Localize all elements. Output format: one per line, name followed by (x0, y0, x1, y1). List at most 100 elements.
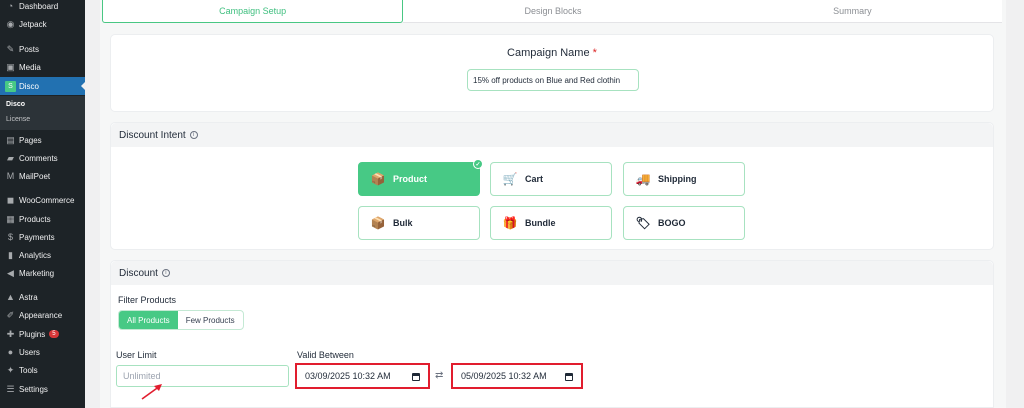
payments-icon: $ (7, 232, 13, 242)
campaign-name-input[interactable] (467, 69, 639, 91)
bogo-icon: 🏷 (635, 216, 651, 230)
intent-option-label: Product (393, 174, 428, 184)
marketing-icon: ◀ (7, 267, 14, 278)
discount-intent-panel: Discount Intent i 📦 Product ✓ 🛒 Cart 🚚 S… (110, 122, 994, 250)
dashboard-icon: ◔ (7, 1, 14, 11)
few-products-button[interactable]: Few Products (178, 311, 243, 329)
sidebar-item-label: Jetpack (19, 19, 47, 29)
update-count-badge: 5 (49, 330, 59, 338)
intent-option-label: Shipping (658, 174, 697, 184)
filter-products-toggle: All Products Few Products (118, 310, 244, 330)
tools-icon: ✦ (6, 364, 15, 375)
sidebar-item-dashboard[interactable]: ◔ Dashboard (0, 0, 85, 15)
sidebar-item-tools[interactable]: ✦ Tools (0, 361, 85, 379)
users-icon: ● (7, 347, 14, 357)
admin-sidebar: ◔ Dashboard ◉ Jetpack ✎ Posts ▣ Media S Disco… (0, 0, 86, 408)
sidebar-item-astra[interactable]: ▲ Astra (0, 288, 85, 306)
start-date-value: 03/09/2025 10:32 AM (305, 371, 391, 381)
required-mark: * (592, 47, 597, 59)
sidebar-item-disco[interactable]: S Disco (0, 77, 86, 95)
disco-icon: S (5, 80, 16, 92)
sidebar-item-pages[interactable]: ▤ Pages (0, 131, 85, 149)
submenu-item-license[interactable]: License (6, 116, 30, 123)
sidebar-item-label: Payments (19, 232, 55, 242)
pages-icon: ▤ (6, 134, 15, 145)
mailpoet-icon: M (6, 171, 15, 181)
sidebar-item-label: Astra (19, 292, 38, 302)
user-limit-label: User Limit (116, 350, 157, 360)
sidebar-submenu: Disco License (0, 96, 85, 130)
info-icon[interactable]: i (161, 269, 170, 277)
product-box-icon: 📦 (370, 172, 386, 186)
intent-option-label: Bundle (525, 218, 556, 228)
bulk-boxes-icon: 📦 (370, 216, 386, 230)
sidebar-item-label: Products (19, 214, 51, 224)
sidebar-item-marketing[interactable]: ◀ Marketing (0, 264, 85, 282)
plugins-icon: ✚ (6, 328, 15, 339)
media-icon: ▣ (6, 61, 15, 72)
intent-option-cart[interactable]: 🛒 Cart (490, 162, 612, 196)
intent-option-bulk[interactable]: 📦 Bulk (358, 206, 480, 240)
all-products-button[interactable]: All Products (119, 311, 178, 329)
cart-icon: 🛒 (502, 172, 518, 186)
sidebar-item-label: Users (19, 347, 40, 357)
info-icon[interactable]: i (189, 131, 198, 139)
annotation-arrow-icon (141, 384, 162, 400)
sidebar-item-appearance[interactable]: ✐ Appearance (0, 306, 85, 324)
settings-icon: ☰ (6, 383, 15, 394)
discount-title: Discount (119, 267, 158, 279)
sidebar-item-label: Disco (19, 81, 40, 91)
comments-icon: ▰ (7, 152, 14, 163)
sidebar-item-woocommerce[interactable]: ◼ WooCommerce (0, 191, 85, 209)
sidebar-item-products[interactable]: ▦ Products (0, 210, 85, 228)
sidebar-item-label: Tools (19, 365, 38, 375)
swap-arrows-icon: ⇄ (435, 370, 444, 381)
intent-option-bogo[interactable]: 🏷 BOGO (623, 206, 745, 240)
valid-between-label: Valid Between (297, 350, 354, 360)
sidebar-item-plugins[interactable]: ✚ Plugins 5 (0, 325, 85, 343)
campaign-name-label: Campaign Name * (111, 47, 993, 59)
calendar-icon[interactable] (412, 373, 420, 381)
sidebar-item-label: Dashboard (19, 1, 59, 11)
sidebar-item-users[interactable]: ● Users (0, 343, 85, 361)
sidebar-item-comments[interactable]: ▰ Comments (0, 149, 85, 167)
start-date-input[interactable]: 03/09/2025 10:32 AM (295, 363, 430, 389)
intent-option-label: Bulk (393, 218, 413, 228)
sidebar-item-jetpack[interactable]: ◉ Jetpack (0, 15, 85, 33)
sidebar-item-mailpoet[interactable]: M MailPoet (0, 167, 85, 185)
intent-option-product[interactable]: 📦 Product ✓ (358, 159, 483, 196)
tab-design-blocks[interactable]: Design Blocks (403, 0, 703, 23)
filter-products-label: Filter Products (118, 295, 177, 305)
sidebar-item-label: Comments (19, 153, 58, 163)
tab-summary[interactable]: Summary (702, 0, 1002, 23)
calendar-icon[interactable] (565, 373, 573, 381)
tab-campaign-setup[interactable]: Campaign Setup (102, 0, 404, 23)
intent-option-label: BOGO (658, 218, 686, 228)
campaign-name-label-text: Campaign Name (507, 47, 590, 59)
sidebar-item-posts[interactable]: ✎ Posts (0, 40, 85, 58)
discount-header: Discount i (111, 261, 993, 285)
sidebar-item-label: Marketing (19, 268, 55, 278)
end-date-input[interactable]: 05/09/2025 10:32 AM (451, 363, 583, 389)
sidebar-item-settings[interactable]: ☰ Settings (0, 380, 85, 398)
analytics-icon: ▮ (8, 249, 13, 260)
discount-intent-title: Discount Intent (119, 129, 186, 141)
intent-option-bundle[interactable]: 🎁 Bundle (490, 206, 612, 240)
intent-option-shipping[interactable]: 🚚 Shipping (623, 162, 745, 196)
campaign-name-panel: Campaign Name * (110, 34, 994, 112)
submenu-item-disco[interactable]: Disco (6, 101, 25, 108)
sidebar-item-media[interactable]: ▣ Media (0, 58, 85, 76)
sidebar-item-label: Media (19, 62, 41, 72)
sidebar-item-label: Plugins (19, 329, 46, 339)
sidebar-item-label: WooCommerce (19, 195, 75, 205)
sidebar-item-payments[interactable]: $ Payments (0, 228, 85, 246)
woocommerce-icon: ◼ (6, 194, 15, 205)
truck-icon: 🚚 (635, 172, 651, 186)
active-arrow (81, 81, 86, 91)
step-tabs: Campaign Setup Design Blocks Summary (102, 0, 1002, 23)
sidebar-item-label: Posts (19, 44, 40, 54)
discount-intent-header: Discount Intent i (111, 123, 993, 147)
sidebar-item-analytics[interactable]: ▮ Analytics (0, 246, 85, 264)
end-date-value: 05/09/2025 10:32 AM (461, 371, 547, 381)
astra-icon: ▲ (6, 292, 15, 302)
